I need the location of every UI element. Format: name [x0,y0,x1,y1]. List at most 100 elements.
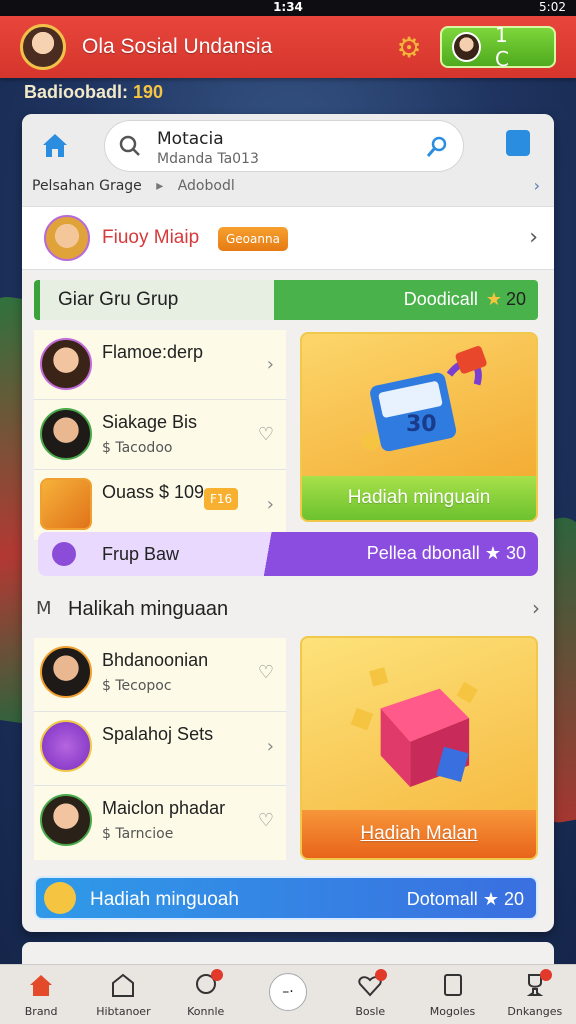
nav-item-konnle[interactable]: Konnle [165,965,247,1024]
list-item-title: Maiclon phadar [102,798,226,818]
purple-banner-reward-label: Pellea dbonall [366,543,480,563]
heart-icon[interactable]: ♡ [258,662,274,683]
gift-cube-illustration [350,667,478,787]
list-item[interactable]: Maiclon phadar $ Tarncioe ♡ [34,786,286,860]
home-icon[interactable] [40,130,70,160]
heart-icon[interactable]: ♡ [258,810,274,831]
list-item-title: Bhdanoonian [102,650,209,670]
magnifier-icon[interactable] [425,135,449,159]
search-icon [119,135,140,156]
blue-banner-label: Hadiah minguoah [90,889,239,910]
list-group-2: Bhdanoonian $ Tecopoc ♡ Spalahoj Sets › … [34,638,286,860]
avatar [40,408,92,460]
chevron-right-icon[interactable]: › [532,596,540,620]
nav-item-hibtanoer[interactable]: Hibtanoer [82,965,164,1024]
nav-item-mogoles[interactable]: Mogoles [411,965,493,1024]
badge-label: Badioobadl: [24,82,128,102]
blue-banner-reward: Dotomall ★ 20 [407,889,524,910]
notification-icon[interactable] [506,130,530,156]
profile-badge: Geoanna [218,227,288,251]
chevron-right-icon[interactable]: › [529,225,538,250]
section-title: Halikah minguaan [68,598,229,620]
nav-item-bosle[interactable]: Bosle [329,965,411,1024]
notification-dot [210,969,223,981]
list-item[interactable]: Ouass $ 109 F16 › [34,470,286,540]
app-header: Ola Sosial Undansia ⚙ 1 C [0,16,576,78]
nav-item-brand[interactable]: Brand [0,965,82,1024]
status-indicators: 5:02 [539,0,566,14]
list-item[interactable]: Spalahoj Sets › [34,712,286,786]
blue-banner[interactable]: Hadiah minguoah Dotomall ★ 20 [34,876,538,920]
breadcrumb-separator: ▸ [156,178,164,194]
list-item-subtitle: $ Tecopoc [102,678,172,694]
nav-label: Bosle [355,1005,386,1018]
group-title: Giar Gru Grup [58,289,179,310]
list-item-subtitle: $ Tacodoo [102,440,173,456]
nav-label: Hibtanoer [96,1005,151,1018]
profile-name: Fiuoy Miaip [102,227,200,248]
search-input[interactable]: Motacia Mdanda Ta013 [104,120,464,172]
list-item-badge: F16 [204,488,239,510]
status-time: 1:34 [273,0,303,14]
promo-card-2[interactable]: Hadiah Malan [300,636,538,860]
nav-item-center[interactable]: –· [247,965,329,1024]
top-navigation: Motacia Mdanda Ta013 Pelsahan Grage ▸ Ad… [22,114,554,206]
list-item-subtitle: $ Tarncioe [102,826,174,842]
badge-value: 190 [133,82,164,102]
search-placeholder: Mdanda Ta013 [157,151,259,167]
chevron-right-icon[interactable]: › [534,176,540,195]
home-icon [30,975,53,996]
gift-box-icon [40,478,92,530]
promo-button-2[interactable]: Hadiah Malan [302,810,536,858]
chevron-right-icon[interactable]: › [267,494,274,515]
search-value: Motacia [157,129,224,149]
list-group-1: Flamoe:derp › Siakage Bis $ Tacodoo ♡ Ou… [34,330,286,540]
list-item[interactable]: Bhdanoonian $ Tecopoc ♡ [34,638,286,712]
main-card: Motacia Mdanda Ta013 Pelsahan Grage ▸ Ad… [22,114,554,932]
list-item-title: Spalahoj Sets [102,724,214,744]
coin-balance-button[interactable]: 1 C [440,23,556,71]
purple-banner-label: Frup Baw [102,544,180,564]
avatar [40,338,92,390]
purple-banner-reward-value: 30 [505,543,526,563]
list-item[interactable]: Siakage Bis $ Tacodoo ♡ [34,400,286,470]
chevron-right-icon[interactable]: › [267,736,274,757]
promo-card-1[interactable]: 30 Hadiah minguain [300,332,538,522]
badge-icon [40,720,92,772]
heart-icon[interactable]: ♡ [258,424,274,445]
group-reward: Doodicall ★ 20 [404,289,526,310]
breadcrumb-item[interactable]: Pelsahan Grage [32,178,142,194]
group-header[interactable]: Giar Gru Grup Doodicall ★ 20 [34,280,538,320]
profile-avatar [44,215,90,261]
list-item-title: Flamoe:derp [102,342,204,362]
profile-row[interactable]: Fiuoy Miaip Geoanna › [22,206,554,270]
badge-line: Badioobadl: 190 [24,82,163,103]
list-item-title: Siakage Bis [102,412,198,432]
user-avatar[interactable] [20,24,66,70]
prize-box-illustration [361,346,487,452]
bottom-navigation: Brand Hibtanoer Konnle –· Bosle Mogoles … [0,964,576,1024]
app-title: Ola Sosial Undansia [82,35,273,58]
center-action-button[interactable]: –· [268,973,307,1011]
list-icon [443,974,462,996]
star-icon: ★ [484,543,501,563]
nav-item-dnkanges[interactable]: Dnkanges [494,965,576,1024]
smiley-icon [44,882,76,914]
blue-banner-reward-value: 20 [503,889,524,909]
gear-icon[interactable]: ⚙ [392,30,426,64]
breadcrumb: Pelsahan Grage ▸ Adobodl [32,178,235,194]
list-item[interactable]: Flamoe:derp › [34,330,286,400]
shop-icon [112,973,135,997]
promo-number: 30 [406,412,437,437]
list-item-title: Ouass $ 109 [102,482,205,502]
group-reward-value: 20 [505,289,526,309]
chevron-right-icon[interactable]: › [267,354,274,375]
group-reward-label: Doodicall [403,289,478,309]
star-icon: ★ [482,889,499,909]
coin-avatar [452,32,481,62]
promo-button-1[interactable]: Hadiah minguain [302,476,536,520]
section-header[interactable]: M Halikah minguaan › [22,594,554,628]
breadcrumb-item[interactable]: Adobodl [178,178,235,194]
purple-banner[interactable]: Frup Baw Pellea dbonall ★ 30 [38,532,538,576]
star-icon: ★ [485,289,502,309]
